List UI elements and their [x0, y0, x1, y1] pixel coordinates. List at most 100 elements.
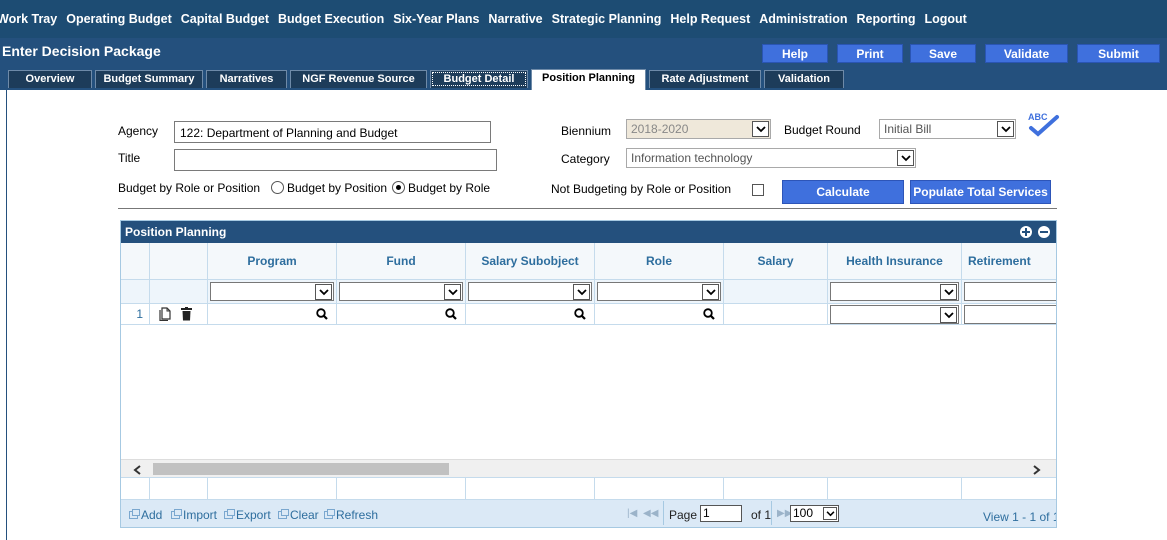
budget-round-select[interactable]: Initial Bill	[879, 119, 1016, 139]
health-insurance-filter-select[interactable]	[830, 282, 959, 301]
tab-validation[interactable]: Validation	[764, 70, 844, 88]
chevron-down-icon	[940, 307, 957, 323]
header-health-insurance[interactable]: Health Insurance	[828, 243, 962, 280]
nav-operating-budget[interactable]: Operating Budget	[66, 12, 172, 26]
header-actions	[150, 243, 208, 280]
biennium-select[interactable]: 2018-2020	[626, 119, 771, 139]
retirement-filter-input[interactable]	[964, 282, 1056, 301]
form-divider	[118, 208, 1057, 209]
nav-strategic-planning[interactable]: Strategic Planning	[552, 12, 662, 26]
nav-help-request[interactable]: Help Request	[670, 12, 750, 26]
tab-ngf-revenue-source[interactable]: NGF Revenue Source	[290, 70, 427, 88]
header-salary-subobject[interactable]: Salary Subobject	[466, 243, 595, 280]
scrollbar-thumb[interactable]	[153, 463, 449, 475]
tab-narratives[interactable]: Narratives	[206, 70, 287, 88]
chevron-down-icon	[702, 284, 719, 300]
add-link[interactable]: Add	[129, 508, 162, 522]
export-link[interactable]: Export	[224, 508, 271, 522]
category-select[interactable]: Information technology	[626, 148, 916, 168]
horizontal-scrollbar[interactable]	[121, 459, 1056, 477]
header-salary[interactable]: Salary	[724, 243, 828, 280]
nav-reporting[interactable]: Reporting	[856, 12, 915, 26]
role-search-icon[interactable]	[703, 308, 715, 320]
nav-narrative[interactable]: Narrative	[488, 12, 542, 26]
calculate-button[interactable]: Calculate	[782, 180, 904, 204]
page-size-select[interactable]: 100	[790, 505, 839, 522]
header-rownum	[121, 243, 150, 280]
fund-filter-select[interactable]	[339, 282, 463, 301]
header-retirement[interactable]: Retirement	[962, 243, 1056, 280]
program-filter-select[interactable]	[210, 282, 334, 301]
validate-button[interactable]: Validate	[985, 44, 1068, 63]
nav-capital-budget[interactable]: Capital Budget	[181, 12, 269, 26]
clear-link[interactable]: Clear	[278, 508, 319, 522]
submit-button[interactable]: Submit	[1077, 44, 1160, 63]
salary-subobject-search-icon[interactable]	[574, 308, 586, 320]
nav-work-tray[interactable]: Work Tray	[0, 12, 57, 26]
category-value: Information technology	[631, 151, 753, 165]
header-program[interactable]: Program	[208, 243, 337, 280]
health-insurance-select[interactable]	[830, 305, 959, 324]
populate-total-services-button[interactable]: Populate Total Services	[910, 180, 1051, 204]
salary-cell[interactable]	[724, 304, 828, 324]
budget-by-role-label: Budget by Role	[408, 181, 491, 195]
program-search-icon[interactable]	[316, 308, 328, 320]
page-label: Page	[669, 508, 698, 522]
scroll-left-icon[interactable]	[133, 464, 141, 478]
chevron-down-icon	[573, 284, 590, 300]
agency-field[interactable]: 122: Department of Planning and Budget	[174, 121, 491, 143]
top-nav-bar: Work Tray Operating Budget Capital Budge…	[0, 0, 1167, 38]
fund-search-icon[interactable]	[445, 308, 457, 320]
row-number: 1	[121, 304, 150, 324]
tab-position-planning[interactable]: Position Planning	[531, 69, 646, 90]
budget-by-position-radio[interactable]: Budget by Position	[271, 181, 387, 195]
tab-rate-adjustment[interactable]: Rate Adjustment	[649, 70, 761, 88]
nav-administration[interactable]: Administration	[759, 12, 847, 26]
budget-by-role-radio[interactable]: Budget by Role	[392, 181, 490, 195]
chevron-down-icon	[997, 121, 1014, 137]
scroll-right-icon[interactable]	[1033, 464, 1041, 478]
grid-caption-title: Position Planning	[125, 225, 227, 239]
nav-budget-execution[interactable]: Budget Execution	[278, 12, 384, 26]
save-button[interactable]: Save	[910, 44, 976, 63]
header-role[interactable]: Role	[595, 243, 724, 280]
biennium-label: Biennium	[561, 124, 612, 138]
expand-icon[interactable]	[1020, 226, 1032, 238]
position-planning-grid: Position Planning Program Fund Salary Su…	[120, 220, 1057, 528]
nav-logout[interactable]: Logout	[925, 12, 967, 26]
page-number-input[interactable]: 1	[700, 505, 742, 522]
copy-icon[interactable]	[159, 307, 172, 324]
tab-budget-summary[interactable]: Budget Summary	[95, 70, 203, 88]
not-budgeting-checkbox[interactable]	[752, 184, 764, 196]
agency-label: Agency	[118, 124, 159, 138]
header-fund[interactable]: Fund	[337, 243, 466, 280]
budget-by-position-label: Budget by Position	[287, 181, 388, 195]
grid-footer-row	[121, 477, 1056, 500]
chevron-down-icon	[315, 284, 332, 300]
prev-page-icon[interactable]: ◀◀	[643, 508, 658, 519]
role-filter-select[interactable]	[597, 282, 721, 301]
budget-by-label: Budget by Role or Position	[118, 181, 261, 195]
refresh-link[interactable]: Refresh	[324, 508, 378, 522]
import-icon	[171, 509, 182, 519]
print-button[interactable]: Print	[837, 44, 903, 63]
collapse-icon[interactable]	[1038, 226, 1050, 238]
import-link[interactable]: Import	[171, 508, 217, 522]
trash-icon[interactable]	[181, 307, 192, 324]
radio-position-indicator	[271, 181, 284, 194]
left-border	[6, 90, 7, 540]
spell-check-icon[interactable]: ABC	[1025, 112, 1061, 138]
chevron-down-icon	[897, 150, 914, 166]
view-records-count: View 1 - 1 of 1	[983, 510, 1057, 524]
chevron-down-icon	[823, 507, 837, 520]
nav-six-year-plans[interactable]: Six-Year Plans	[393, 12, 479, 26]
first-page-icon[interactable]: |◀	[627, 508, 637, 519]
tab-budget-detail[interactable]: Budget Detail	[430, 70, 528, 88]
salary-subobject-filter-select[interactable]	[468, 282, 592, 301]
not-budgeting-label: Not Budgeting by Role or Position	[551, 182, 732, 196]
tab-overview[interactable]: Overview	[8, 70, 92, 88]
help-button[interactable]: Help	[762, 44, 828, 63]
retirement-input[interactable]	[964, 305, 1056, 324]
grid-caption: Position Planning	[121, 221, 1056, 243]
title-field[interactable]	[174, 149, 497, 171]
